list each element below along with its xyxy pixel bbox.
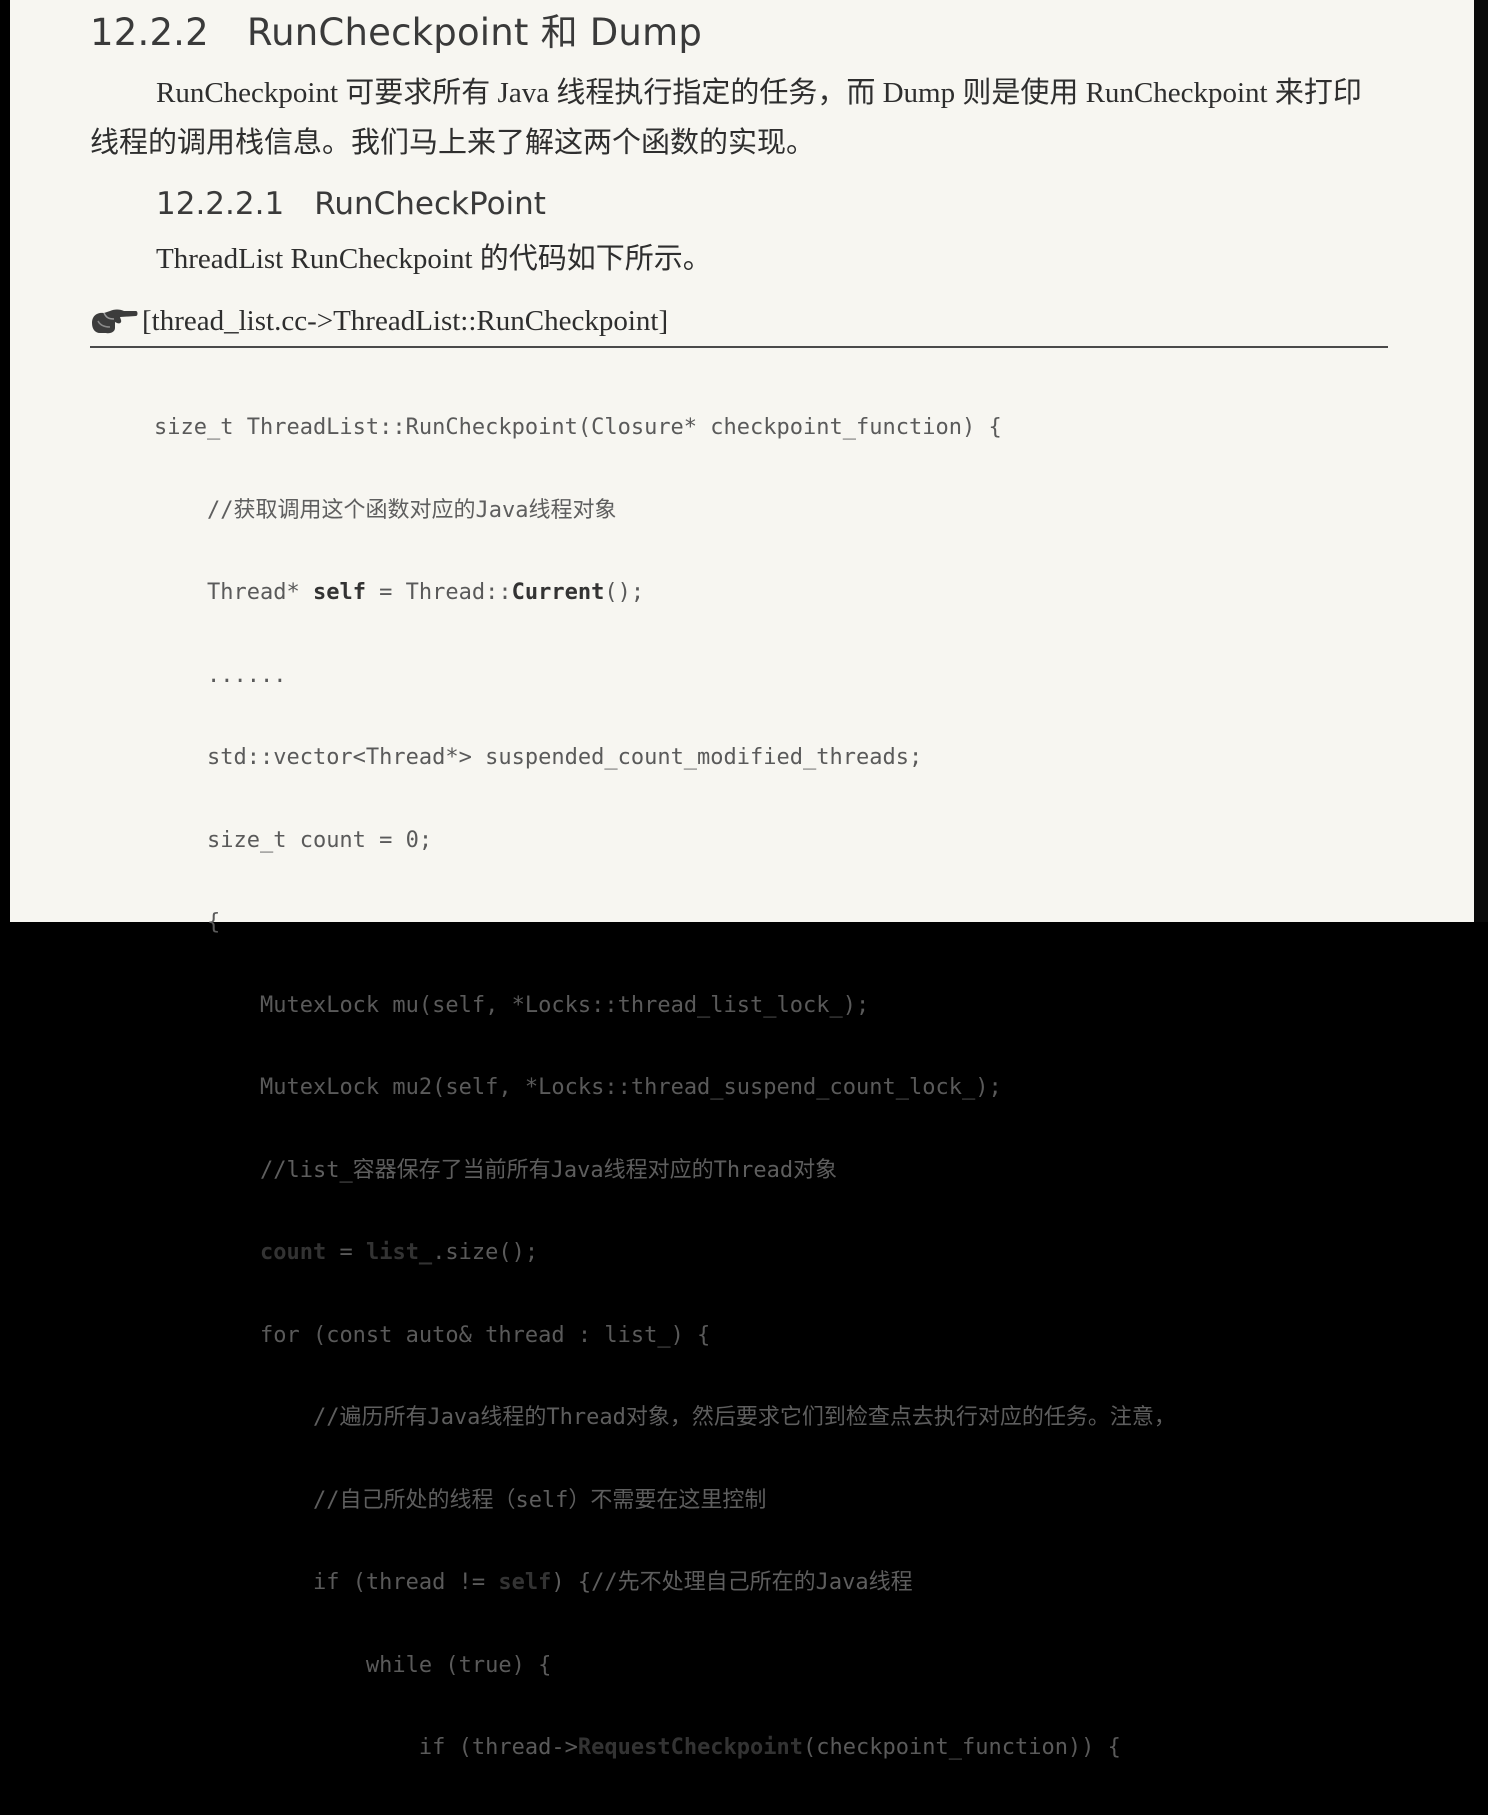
code-text: size_t ThreadList::RunCheckpoint(Closure… — [154, 415, 1002, 440]
code-text: for (const auto& thread : list_) { — [259, 1322, 711, 1348]
code-text: = — [326, 1240, 366, 1265]
code-text: if (thread-> — [418, 1735, 578, 1760]
code-keyword: RequestCheckpoint — [577, 1735, 804, 1760]
code-ellipsis: ...... — [206, 662, 287, 688]
code-text: std::vector<Thread*> suspended_count_mod… — [206, 745, 923, 770]
code-keyword: self — [498, 1570, 552, 1595]
code-line: while (true) { — [154, 1650, 1176, 1683]
code-text: = Thread:: — [365, 580, 512, 605]
code-text: { — [206, 910, 221, 935]
subsection-paragraph: ThreadList RunCheckpoint 的代码如下所示。 — [156, 243, 712, 275]
code-line: size_t ThreadList::RunCheckpoint(Closure… — [154, 412, 1176, 445]
code-line: MutexLock mu(self, *Locks::thread_list_l… — [154, 990, 1176, 1023]
code-text: if (thread != — [312, 1570, 499, 1595]
file-ref-label: [thread_list.cc->ThreadList::RunCheckpoi… — [142, 304, 669, 337]
section-heading: 12.2.2 RunCheckpoint 和 Dump — [90, 2, 702, 56]
code-text: MutexLock mu(self, *Locks::thread_list_l… — [259, 992, 870, 1018]
code-line: MutexLock mu2(self, *Locks::thread_suspe… — [154, 1072, 1176, 1105]
code-line: std::vector<Thread*> suspended_count_mod… — [154, 742, 1176, 775]
code-line: //list_容器保存了当前所有Java线程对应的Thread对象 — [154, 1155, 1176, 1188]
code-line: if (thread != self) {//先不处理自己所在的Java线程 — [154, 1567, 1176, 1600]
code-line: count = list_.size(); — [154, 1237, 1176, 1270]
code-line: //自己所处的线程（self）不需要在这里控制 — [154, 1485, 1176, 1518]
page-edge-shadow — [1474, 0, 1488, 922]
code-block: size_t ThreadList::RunCheckpoint(Closure… — [154, 362, 1176, 1815]
code-comment: //自己所处的线程（self）不需要在这里控制 — [312, 1487, 767, 1513]
code-keyword: list_ — [365, 1240, 433, 1265]
code-keyword: self — [312, 580, 366, 605]
code-line: for (const auto& thread : list_) { — [154, 1320, 1176, 1353]
code-text: size_t count = 0; — [206, 827, 433, 853]
code-line: { — [154, 907, 1176, 940]
code-line: if (thread->RequestCheckpoint(checkpoint… — [154, 1732, 1176, 1765]
code-keyword: count — [259, 1240, 327, 1265]
code-comment: ) {//先不处理自己所在的Java线程 — [551, 1570, 913, 1595]
intro-paragraph: RunCheckpoint 可要求所有 Java 线程执行指定的任务，而 Dum… — [90, 77, 1362, 159]
code-text: (checkpoint_function)) { — [803, 1735, 1121, 1760]
code-comment: //list_容器保存了当前所有Java线程对应的Thread对象 — [259, 1157, 838, 1183]
code-text: .size(); — [432, 1240, 539, 1265]
subsection-heading: 12.2.2.1 RunCheckPoint — [156, 186, 546, 222]
code-comment: //遍历所有Java线程的Thread对象，然后要求它们到检查点去执行对应的任务… — [312, 1405, 1176, 1430]
code-text: (); — [604, 580, 645, 605]
code-text: Thread* — [206, 580, 313, 605]
source-file-reference: [thread_list.cc->ThreadList::RunCheckpoi… — [90, 296, 668, 346]
code-comment: //获取调用这个函数对应的Java线程对象 — [206, 497, 617, 523]
divider-rule — [90, 346, 1388, 348]
code-text: MutexLock mu2(self, *Locks::thread_suspe… — [259, 1075, 1002, 1100]
code-line: ...... — [154, 660, 1176, 693]
code-line: Thread* self = Thread::Current(); — [154, 577, 1176, 610]
subsection-number: 12.2.2.1 — [156, 186, 285, 222]
section-number: 12.2.2 — [90, 11, 209, 54]
code-line: //遍历所有Java线程的Thread对象，然后要求它们到检查点去执行对应的任务… — [154, 1402, 1176, 1435]
code-line: size_t count = 0; — [154, 825, 1176, 858]
pointing-hand-icon — [92, 309, 138, 334]
book-page: 12.2.2 RunCheckpoint 和 Dump RunCheckpoint… — [10, 0, 1474, 1760]
subsection-title-text: RunCheckPoint — [314, 186, 546, 222]
code-keyword: Current — [511, 580, 605, 605]
code-text: while (true) { — [365, 1652, 552, 1678]
code-line: //获取调用这个函数对应的Java线程对象 — [154, 495, 1176, 528]
section-title-text: RunCheckpoint 和 Dump — [246, 11, 703, 54]
